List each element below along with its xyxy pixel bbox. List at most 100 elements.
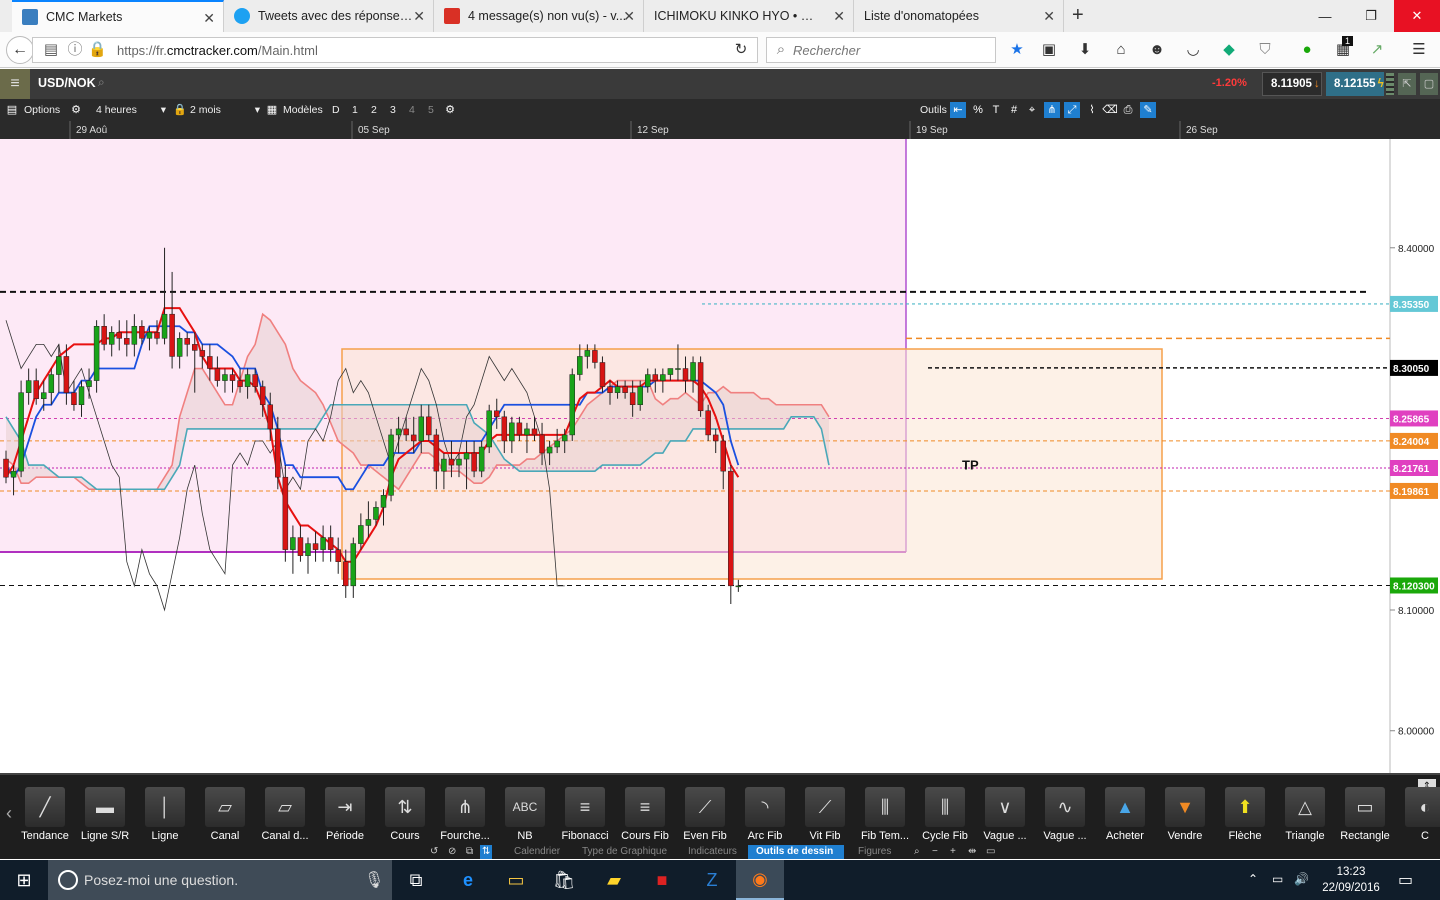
zoom-icon[interactable]: ⌕: [912, 845, 922, 859]
calendar-icon[interactable]: ▦: [264, 102, 280, 118]
tool-ligne-s-r[interactable]: ▬ Ligne S/R: [76, 787, 134, 845]
home-icon[interactable]: ⌂: [1112, 41, 1130, 59]
network-icon[interactable]: ▭: [1272, 872, 1283, 886]
tool-canal-d[interactable]: ▱ Canal d...: [256, 787, 314, 845]
tool-canal[interactable]: ▱ Canal: [196, 787, 254, 845]
tool-vendre[interactable]: ▼ Vendre: [1156, 787, 1214, 845]
reload-icon[interactable]: ↻: [732, 41, 750, 59]
zoom-tool-icon[interactable]: ⤢: [1064, 102, 1080, 118]
expand-icon[interactable]: ⇱: [1398, 73, 1416, 95]
range-select[interactable]: 2 mois ▾: [190, 102, 260, 118]
scroll-left-icon[interactable]: ‹: [6, 803, 12, 824]
print-icon[interactable]: ⎙: [1120, 102, 1136, 118]
app-z-icon[interactable]: Z: [688, 860, 736, 900]
draw-mode-icon[interactable]: ✎: [1140, 102, 1156, 118]
price-chart[interactable]: 29 Aoû 05 Sep 12 Sep 19 Sep 26 Sep 8.40000 8.1…: [0, 121, 1440, 773]
url-bar[interactable]: https://fr. cmctracker.com/Main.html: [32, 37, 758, 63]
tab-onomatopees[interactable]: Liste d'onomatopées ✕: [854, 0, 1064, 32]
chart-svg[interactable]: 29 Aoû 05 Sep 12 Sep 19 Sep 26 Sep 8.40000 8.1…: [0, 121, 1440, 773]
options-icon[interactable]: ▤: [4, 102, 20, 118]
text-tool-icon[interactable]: T: [988, 102, 1004, 118]
tool-cycle-fib[interactable]: ⫼ Cycle Fib: [916, 787, 974, 845]
forbidden-icon[interactable]: ⊘: [446, 845, 458, 859]
search-input[interactable]: Rechercher: [766, 37, 996, 63]
reader-icon[interactable]: ▤: [42, 41, 60, 59]
symbol-search-icon[interactable]: ⌕: [98, 75, 105, 90]
tool-nb[interactable]: ABC NB: [496, 787, 554, 845]
tool-fibonacci[interactable]: ≡ Fibonacci: [556, 787, 614, 845]
period-select[interactable]: 4 heures ▾: [96, 102, 166, 118]
sort-icon[interactable]: ⇅: [480, 845, 493, 859]
tool-tendance[interactable]: ╱ Tendance: [16, 787, 74, 845]
tool-c[interactable]: ◐ C: [1396, 787, 1440, 845]
tool-arc-fib[interactable]: ◝ Arc Fib: [736, 787, 794, 845]
volume-icon[interactable]: 🔊: [1294, 872, 1309, 886]
tab-ichimoku[interactable]: ICHIMOKU KINKO HYO • Rép... ✕: [644, 0, 854, 32]
tab-outils-dessin[interactable]: Outils de dessin: [748, 845, 844, 859]
download-icon[interactable]: ⬇: [1076, 41, 1094, 59]
tab-messages[interactable]: 4 message(s) non vu(s) - v... ✕: [434, 0, 644, 32]
options-button[interactable]: Options: [24, 102, 60, 118]
tab-cmc-markets[interactable]: CMC Markets ✕: [12, 0, 224, 32]
app-menu-icon[interactable]: ≡: [0, 69, 30, 99]
app-snow-icon[interactable]: ■: [638, 860, 686, 900]
hamburger-menu-icon[interactable]: ☰: [1410, 41, 1428, 59]
layout-1-button[interactable]: 1: [352, 102, 358, 118]
zoom-out-icon[interactable]: −: [930, 845, 940, 859]
close-tab-icon[interactable]: ✕: [833, 8, 845, 25]
close-tab-icon[interactable]: ✕: [623, 8, 635, 25]
symbol-label[interactable]: USD/NOK: [38, 76, 96, 90]
task-view-icon[interactable]: ⧉: [392, 860, 440, 900]
notifications-icon[interactable]: ▭: [1398, 870, 1413, 890]
bookmark-star-icon[interactable]: ★: [1008, 41, 1026, 59]
bid-price-button[interactable]: 8.11905 ↓: [1262, 72, 1322, 96]
tab-calendrier[interactable]: Calendrier: [506, 845, 568, 859]
windows-start-icon[interactable]: ⊞: [0, 860, 48, 900]
tool-triangle[interactable]: △ Triangle: [1276, 787, 1334, 845]
layout-4-button[interactable]: 4: [409, 102, 415, 118]
layout-icon[interactable]: ▭: [984, 845, 997, 859]
magnet-icon[interactable]: ⋔: [1044, 102, 1060, 118]
status-dot-icon[interactable]: ●: [1298, 41, 1316, 59]
fit-icon[interactable]: ⇹: [966, 845, 978, 859]
tool-p-riode[interactable]: ⇥ Période: [316, 787, 374, 845]
close-tab-icon[interactable]: ✕: [413, 8, 425, 25]
info-icon[interactable]: ⓘ: [66, 41, 84, 59]
tool-ligne[interactable]: │ Ligne: [136, 787, 194, 845]
gear-icon[interactable]: ⚙: [442, 102, 458, 118]
layout-5-button[interactable]: 5: [428, 102, 434, 118]
measure-icon[interactable]: ⌇: [1084, 102, 1100, 118]
tool-fib-tem[interactable]: ⫼ Fib Tem...: [856, 787, 914, 845]
close-tab-icon[interactable]: ✕: [203, 10, 215, 27]
eraser-icon[interactable]: ⌫: [1102, 102, 1118, 118]
reading-list-icon[interactable]: ▣: [1040, 41, 1058, 59]
chat-icon[interactable]: ☻: [1148, 41, 1166, 59]
tool-acheter[interactable]: ▲ Acheter: [1096, 787, 1154, 845]
tool-vague[interactable]: ∨ Vague ...: [976, 787, 1034, 845]
pocket-icon[interactable]: ◡: [1184, 41, 1202, 59]
tool-fl-che[interactable]: ⬆ Flèche: [1216, 787, 1274, 845]
cortana-search[interactable]: Posez-moi une question.: [48, 860, 392, 900]
ublock-icon[interactable]: ⛉: [1256, 41, 1274, 59]
tool-fourche[interactable]: ⋔ Fourche...: [436, 787, 494, 845]
tool-rectangle[interactable]: ▭ Rectangle: [1336, 787, 1394, 845]
tool-cours-fib[interactable]: ≡ Cours Fib: [616, 787, 674, 845]
extension-icon[interactable]: ◆: [1220, 41, 1238, 59]
models-button[interactable]: Modèles: [283, 102, 323, 118]
tab-figures[interactable]: Figures: [850, 845, 899, 859]
layout-d-button[interactable]: D: [332, 102, 340, 118]
tool-cours[interactable]: ⇅ Cours: [376, 787, 434, 845]
tools-label[interactable]: Outils: [920, 102, 947, 118]
tab-type-graphique[interactable]: Type de Graphique: [574, 845, 675, 859]
tab-tweets[interactable]: Tweets avec des réponses ... ✕: [224, 0, 434, 32]
edge-icon[interactable]: e: [444, 860, 492, 900]
firefox-icon[interactable]: ◉: [736, 860, 784, 900]
back-button[interactable]: ←: [6, 36, 34, 64]
tool-vit-fib[interactable]: ⟋ Vit Fib: [796, 787, 854, 845]
settings-gear-icon[interactable]: ⚙: [68, 102, 84, 118]
restore-button[interactable]: ❐: [1348, 0, 1394, 32]
percent-icon[interactable]: %: [970, 102, 986, 118]
tool-even-fib[interactable]: ⟋ Even Fib: [676, 787, 734, 845]
tool-vague[interactable]: ∿ Vague ...: [1036, 787, 1094, 845]
store-icon[interactable]: 🛍: [540, 860, 588, 900]
